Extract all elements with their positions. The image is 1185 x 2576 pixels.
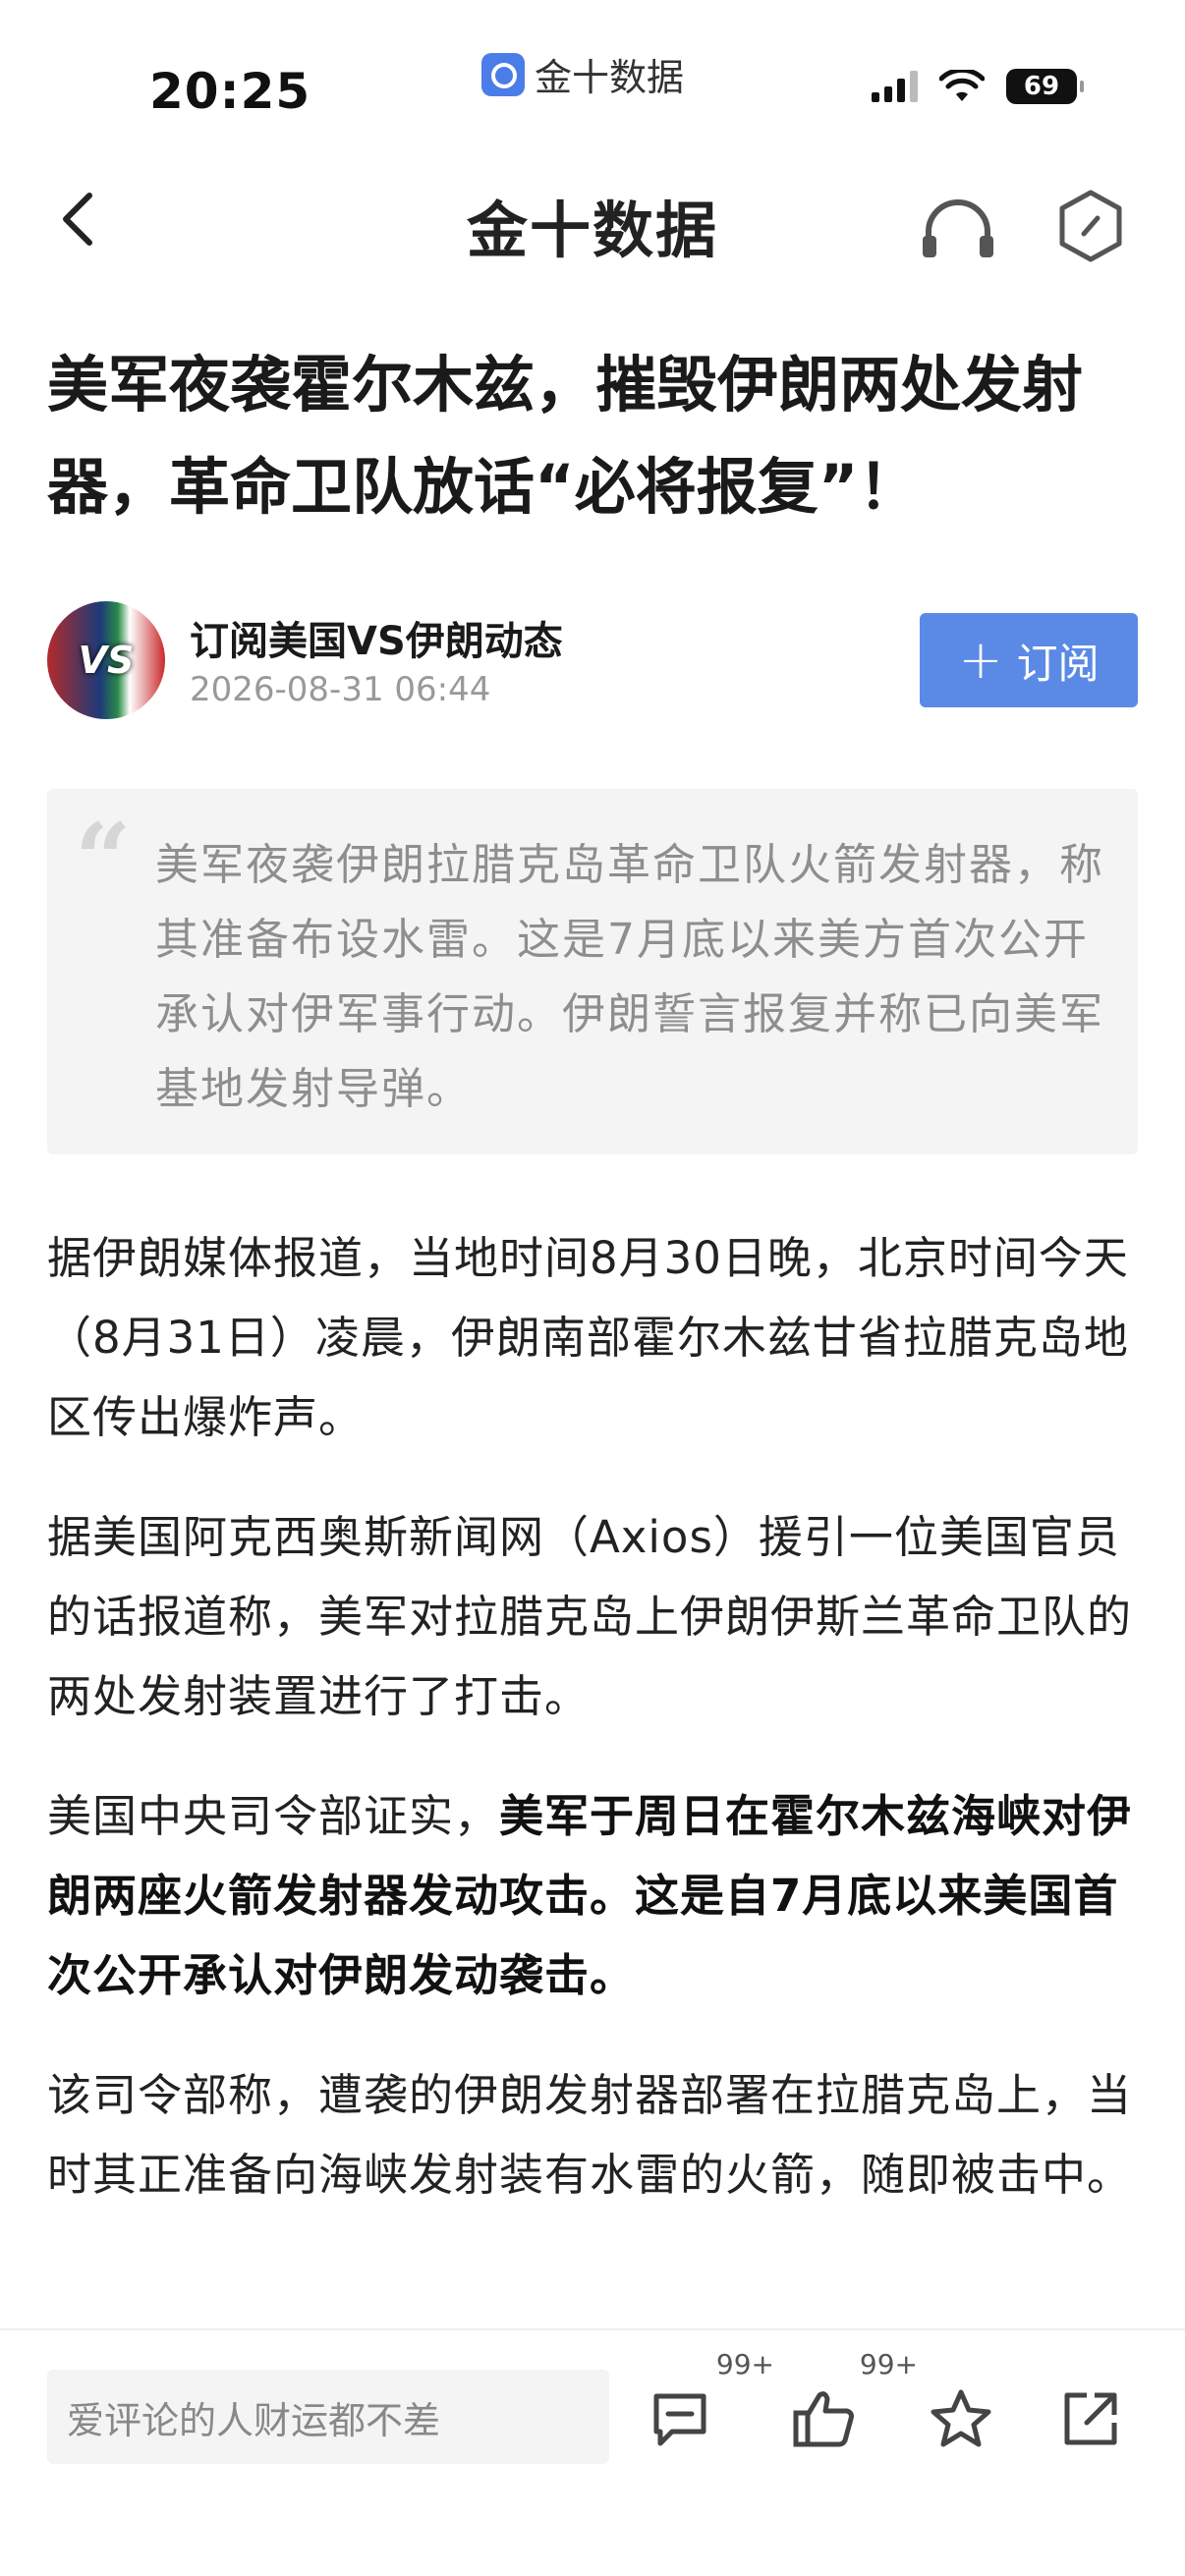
status-time: 20:25: [149, 63, 311, 120]
listen-button[interactable]: [919, 193, 997, 261]
wifi-icon: [939, 70, 985, 101]
author-row: VS 订阅美国VS伊朗动态 2026-08-31 06:44 + 订阅: [47, 601, 1138, 723]
share-button[interactable]: [1051, 2380, 1130, 2458]
headphone-icon: [923, 199, 993, 257]
favorite-button[interactable]: [922, 2380, 1000, 2458]
thumbs-up-icon: [793, 2391, 854, 2447]
more-button[interactable]: [1056, 189, 1125, 263]
like-button[interactable]: 99+: [784, 2348, 918, 2458]
comment-count-badge: 99+: [715, 2348, 774, 2380]
comment-icon: [653, 2393, 706, 2446]
avatar[interactable]: VS: [47, 601, 165, 719]
paragraph: 据美国阿克西奥斯新闻网（Axios）援引一位美国官员的话报道称，美军对拉腊克岛上…: [47, 1511, 1133, 1722]
status-bar: 20:25 金十数据 69: [0, 0, 1185, 147]
paragraph-text: 美国中央司令部证实，: [47, 1790, 500, 1842]
star-icon: [931, 2389, 991, 2447]
nav-bar: 金十数据: [0, 157, 1185, 285]
share-out-icon: [1064, 2392, 1117, 2445]
home-indicator: [0, 2537, 1185, 2576]
summary-box: “ 美军夜袭伊朗拉腊克岛革命卫队火箭发射器，称其准备布设水雷。这是7月底以来美方…: [47, 789, 1138, 1154]
bottom-action-bar: 爱评论的人财运都不差 99+ 99+: [0, 2328, 1185, 2576]
comment-button[interactable]: 99+: [641, 2348, 774, 2458]
article-title: 美军夜袭霍尔木兹，摧毁伊朗两处发射器，革命卫队放话“必将报复”！: [47, 349, 1084, 523]
paragraph: 美国中央司令部证实，美军于周日在霍尔木兹海峡对伊朗两座火箭发射器发动攻击。这是自…: [47, 1776, 1138, 2015]
article-body: 据伊朗媒体报道，当地时间8月30日晚，北京时间今天（8月31日）凌晨，伊朗南部霍…: [47, 1218, 1138, 2255]
summary-text: 美军夜袭伊朗拉腊克岛革命卫队火箭发射器，称其准备布设水雷。这是7月底以来美方首次…: [155, 840, 1104, 1114]
cellular-signal-icon: [872, 71, 918, 102]
subscribe-button[interactable]: + 订阅: [920, 613, 1138, 707]
author-name[interactable]: 订阅美国VS伊朗动态: [190, 609, 563, 666]
hexagon-share-icon: [1059, 190, 1122, 262]
publish-date: 2026-08-31 06:44: [190, 670, 491, 709]
battery-icon: 69: [1006, 69, 1084, 104]
status-app-indicator[interactable]: 金十数据: [481, 47, 684, 101]
status-right: 69: [872, 69, 1084, 104]
avatar-text: VS: [78, 639, 135, 682]
paragraph: 该司令部称，遭袭的伊朗发射器部署在拉腊克岛上，当时其正准备向海峡发射装有水雷的火…: [47, 2069, 1133, 2201]
subscribe-label: 订阅: [1016, 639, 1100, 688]
comment-input[interactable]: 爱评论的人财运都不差: [47, 2370, 609, 2464]
paragraph: 据伊朗媒体报道，当地时间8月30日晚，北京时间今天（8月31日）凌晨，伊朗南部霍…: [47, 1232, 1129, 1443]
nav-title: 金十数据: [466, 195, 718, 266]
like-count-badge: 99+: [859, 2348, 918, 2380]
status-app-label: 金十数据: [535, 56, 685, 99]
app-icon: [481, 52, 525, 96]
plus-icon: +: [958, 629, 1003, 691]
quote-icon: “: [75, 802, 132, 918]
